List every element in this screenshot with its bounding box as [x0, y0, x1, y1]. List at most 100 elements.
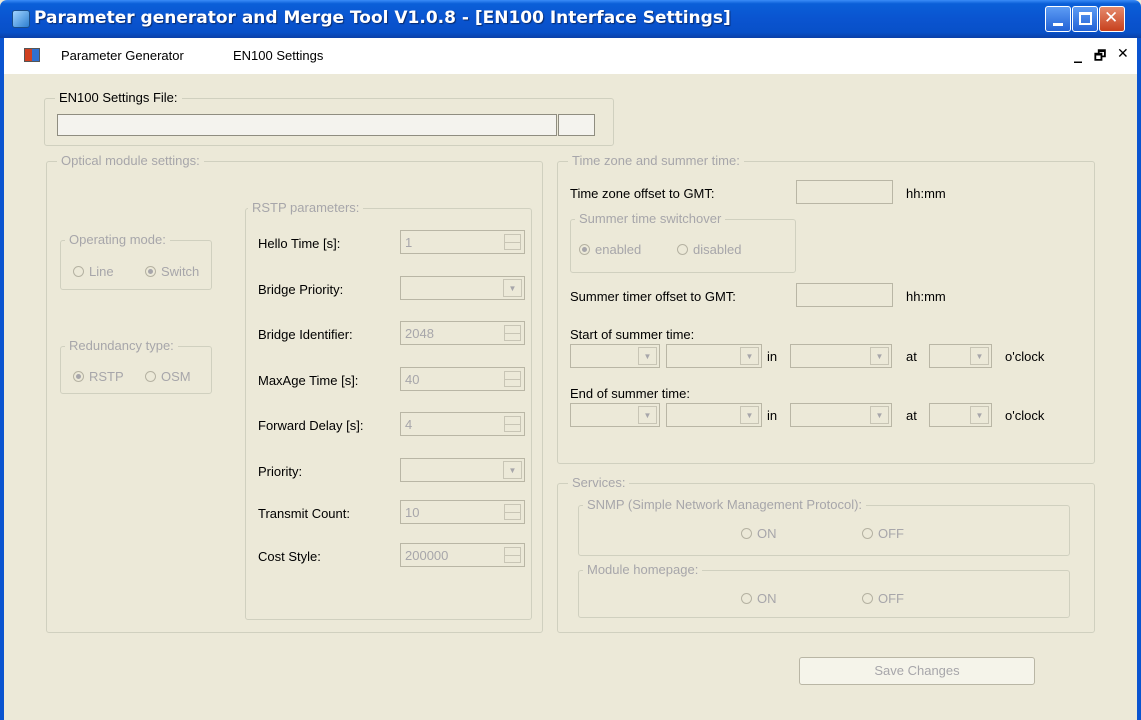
close-icon: ✕ [1104, 8, 1119, 28]
window-title: Parameter generator and Merge Tool V1.0.… [34, 8, 731, 28]
maxage-time-value: 40 [405, 372, 420, 387]
priority-dropdown[interactable]: ▼ [400, 458, 525, 482]
bridge-priority-dropdown[interactable]: ▼ [400, 276, 525, 300]
end-hour-dropdown[interactable]: ▼ [929, 403, 992, 427]
start-day-dropdown[interactable]: ▼ [666, 344, 762, 368]
menu-parameter-generator[interactable]: Parameter Generator [61, 48, 184, 63]
snmp-off-dot [862, 528, 873, 539]
end-at-label: at [906, 408, 917, 423]
transmit-count-value: 10 [405, 505, 420, 520]
hello-time-label: Hello Time [s]: [258, 236, 341, 251]
operating-mode-group: Operating mode: Line Switch [60, 232, 212, 290]
chevron-down-icon[interactable]: ▼ [870, 347, 889, 365]
close-button[interactable]: ✕ [1099, 6, 1125, 32]
radio-switch[interactable]: Switch [145, 264, 199, 279]
maximize-icon [1079, 12, 1092, 25]
start-week-dropdown[interactable]: ▼ [570, 344, 660, 368]
mdi-close-button[interactable]: ✕ [1117, 46, 1129, 62]
chevron-down-icon[interactable]: ▼ [970, 406, 989, 424]
homepage-on-radio[interactable]: ON [741, 591, 777, 606]
summer-switchover-legend: Summer time switchover [575, 211, 726, 226]
spinner-arrows-icon[interactable] [504, 234, 521, 250]
timezone-group: Time zone and summer time: Time zone off… [557, 153, 1095, 464]
priority-label: Priority: [258, 464, 303, 479]
forward-delay-label: Forward Delay [s]: [258, 418, 364, 433]
settings-file-path-field[interactable] [57, 114, 557, 136]
client-area: EN100 Settings File: Optical module sett… [0, 74, 1141, 720]
transmit-count-label: Transmit Count: [258, 506, 350, 521]
save-changes-button[interactable]: Save Changes [799, 657, 1035, 685]
end-week-dropdown[interactable]: ▼ [570, 403, 660, 427]
spinner-arrows-icon[interactable] [504, 416, 521, 432]
rstp-parameters-legend: RSTP parameters: [248, 200, 364, 215]
spinner-arrows-icon[interactable] [504, 325, 521, 341]
maxage-time-spinner[interactable]: 40 [400, 367, 525, 391]
chevron-down-icon[interactable]: ▼ [740, 406, 759, 424]
radio-osm[interactable]: OSM [145, 369, 191, 384]
start-oclock-label: o'clock [1005, 349, 1045, 364]
operating-mode-legend: Operating mode: [65, 232, 170, 247]
chevron-down-icon[interactable]: ▼ [870, 406, 889, 424]
summer-offset-label: Summer timer offset to GMT: [570, 289, 736, 304]
radio-disabled-dot [677, 244, 688, 255]
start-in-label: in [767, 349, 778, 364]
end-month-dropdown[interactable]: ▼ [790, 403, 892, 427]
spinner-arrows-icon[interactable] [504, 371, 521, 387]
snmp-on-dot [741, 528, 752, 539]
start-hour-dropdown[interactable]: ▼ [929, 344, 992, 368]
summer-start-label: Start of summer time: [570, 327, 695, 342]
services-legend: Services: [568, 475, 630, 490]
maxage-time-label: MaxAge Time [s]: [258, 373, 359, 388]
bridge-identifier-value: 2048 [405, 326, 434, 341]
homepage-off-radio[interactable]: OFF [862, 591, 904, 606]
start-month-dropdown[interactable]: ▼ [790, 344, 892, 368]
radio-disabled-label: disabled [693, 242, 742, 257]
timezone-offset-field[interactable] [796, 180, 893, 204]
radio-enabled-label: enabled [595, 242, 642, 257]
cost-style-spinner[interactable]: 200000 [400, 543, 525, 567]
chevron-down-icon[interactable]: ▼ [503, 461, 522, 479]
homepage-off-dot [862, 593, 873, 604]
snmp-on-label: ON [757, 526, 777, 541]
cost-style-value: 200000 [405, 548, 449, 563]
hello-time-spinner[interactable]: 1 [400, 230, 525, 254]
maximize-button[interactable] [1072, 6, 1098, 32]
spinner-arrows-icon[interactable] [504, 547, 521, 563]
minimize-button[interactable] [1045, 6, 1071, 32]
radio-line-dot [73, 266, 84, 277]
chevron-down-icon[interactable]: ▼ [638, 347, 657, 365]
chevron-down-icon[interactable]: ▼ [638, 406, 657, 424]
summer-offset-field[interactable] [796, 283, 893, 307]
snmp-on-radio[interactable]: ON [741, 526, 777, 541]
forward-delay-value: 4 [405, 417, 413, 432]
radio-enabled[interactable]: enabled [579, 242, 641, 257]
mdi-child-icon[interactable] [24, 48, 40, 62]
optical-module-group: Optical module settings: Operating mode:… [46, 153, 543, 633]
cost-style-label: Cost Style: [258, 549, 321, 564]
chevron-down-icon[interactable]: ▼ [503, 279, 522, 297]
chevron-down-icon[interactable]: ▼ [740, 347, 759, 365]
menu-bar: Parameter Generator EN100 Settings _ 🗗 ✕ [0, 38, 1141, 74]
services-group: Services: SNMP (Simple Network Managemen… [557, 475, 1095, 633]
title-bar[interactable]: Parameter generator and Merge Tool V1.0.… [0, 0, 1141, 38]
spinner-arrows-icon[interactable] [504, 504, 521, 520]
forward-delay-spinner[interactable]: 4 [400, 412, 525, 436]
bridge-identifier-spinner[interactable]: 2048 [400, 321, 525, 345]
summer-switchover-group: Summer time switchover enabled disabled [570, 211, 796, 273]
end-day-dropdown[interactable]: ▼ [666, 403, 762, 427]
radio-switch-label: Switch [161, 264, 200, 279]
mdi-restore-button[interactable]: 🗗 [1094, 47, 1106, 69]
menu-en100-settings[interactable]: EN100 Settings [233, 48, 323, 63]
radio-disabled[interactable]: disabled [677, 242, 741, 257]
radio-line[interactable]: Line [73, 264, 114, 279]
timezone-offset-label: Time zone offset to GMT: [570, 186, 715, 201]
browse-button[interactable] [558, 114, 595, 136]
radio-rstp[interactable]: RSTP [73, 369, 124, 384]
chevron-down-icon[interactable]: ▼ [970, 347, 989, 365]
mdi-minimize-button[interactable]: _ [1074, 44, 1082, 63]
homepage-on-label: ON [757, 591, 777, 606]
timezone-legend: Time zone and summer time: [568, 153, 744, 168]
settings-file-group: EN100 Settings File: [44, 90, 614, 146]
snmp-off-radio[interactable]: OFF [862, 526, 904, 541]
transmit-count-spinner[interactable]: 10 [400, 500, 525, 524]
